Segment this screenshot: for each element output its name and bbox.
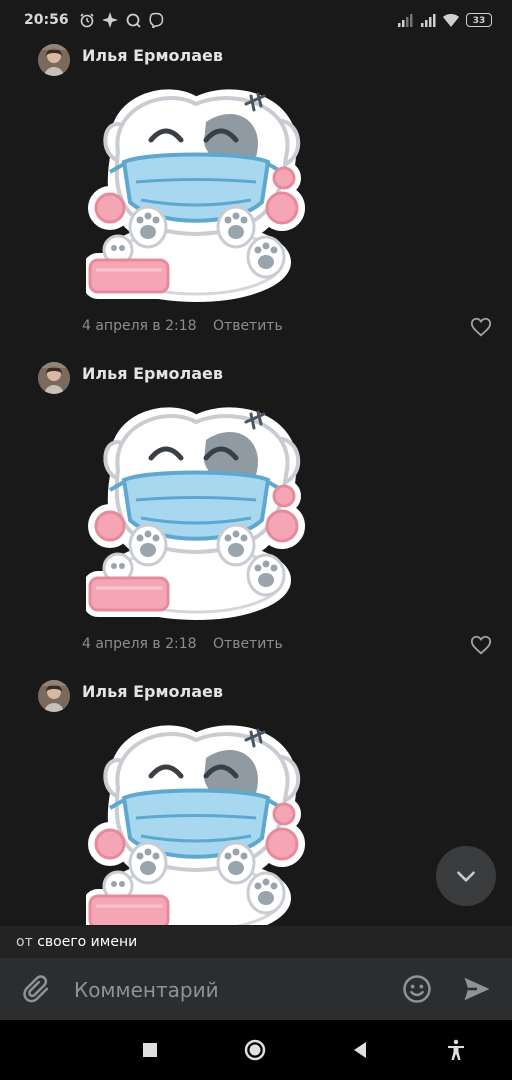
accessibility-icon[interactable] <box>444 1038 468 1062</box>
comment-author[interactable]: Илья Ермолаев <box>82 682 223 701</box>
heart-icon[interactable] <box>470 316 492 338</box>
status-bar: 20:56 33 <box>0 0 512 40</box>
avatar[interactable] <box>38 44 70 76</box>
comment-item: Илья Ермолаев 4 апреля в 2:18 Ответить <box>0 360 512 678</box>
sticker-image[interactable] <box>86 400 306 620</box>
emoji-icon[interactable] <box>402 974 432 1004</box>
reply-as-selector[interactable]: от своего имени <box>0 926 512 958</box>
viber-icon <box>149 12 163 28</box>
back-icon[interactable] <box>348 1038 372 1062</box>
comments-feed[interactable]: Илья Ермолаев 4 апреля в 2:18 Ответить И… <box>0 40 512 925</box>
status-time: 20:56 <box>24 12 69 28</box>
sparkle-icon <box>101 12 118 28</box>
avatar[interactable] <box>38 680 70 712</box>
comment-composer <box>0 958 512 1020</box>
chevron-down-icon <box>457 871 475 882</box>
comment-item: Илья Ермолаев <box>0 678 512 925</box>
signal-icon <box>421 14 436 27</box>
reply-as-name[interactable]: своего имени <box>37 934 137 950</box>
heart-icon[interactable] <box>470 634 492 656</box>
comment-item: Илья Ермолаев 4 апреля в 2:18 Ответить <box>0 42 512 360</box>
recents-icon[interactable] <box>138 1038 162 1062</box>
comment-author[interactable]: Илья Ермолаев <box>82 364 223 383</box>
comment-date: 4 апреля в 2:18 <box>82 318 197 334</box>
comment-date: 4 апреля в 2:18 <box>82 636 197 652</box>
send-icon[interactable] <box>462 974 492 1004</box>
paperclip-icon[interactable] <box>22 975 52 1005</box>
battery-icon: 33 <box>466 13 492 27</box>
scroll-down-button[interactable] <box>436 846 496 906</box>
home-icon[interactable] <box>243 1038 267 1062</box>
avatar[interactable] <box>38 362 70 394</box>
wifi-icon <box>443 14 459 27</box>
sticker-image[interactable] <box>86 82 306 302</box>
alarm-icon <box>80 13 94 28</box>
battery-level: 33 <box>472 16 486 26</box>
comment-meta: 4 апреля в 2:18 Ответить <box>82 636 283 652</box>
reply-button[interactable]: Ответить <box>213 636 283 652</box>
sticker-image[interactable] <box>86 718 306 925</box>
system-nav-bar <box>0 1020 512 1080</box>
reply-button[interactable]: Ответить <box>213 318 283 334</box>
comment-meta: 4 апреля в 2:18 Ответить <box>82 318 283 334</box>
comment-input[interactable] <box>72 972 386 1008</box>
signal-icon <box>398 14 413 27</box>
comment-author[interactable]: Илья Ермолаев <box>82 46 223 65</box>
refresh-icon <box>126 13 141 28</box>
reply-as-prefix: от <box>16 934 33 950</box>
